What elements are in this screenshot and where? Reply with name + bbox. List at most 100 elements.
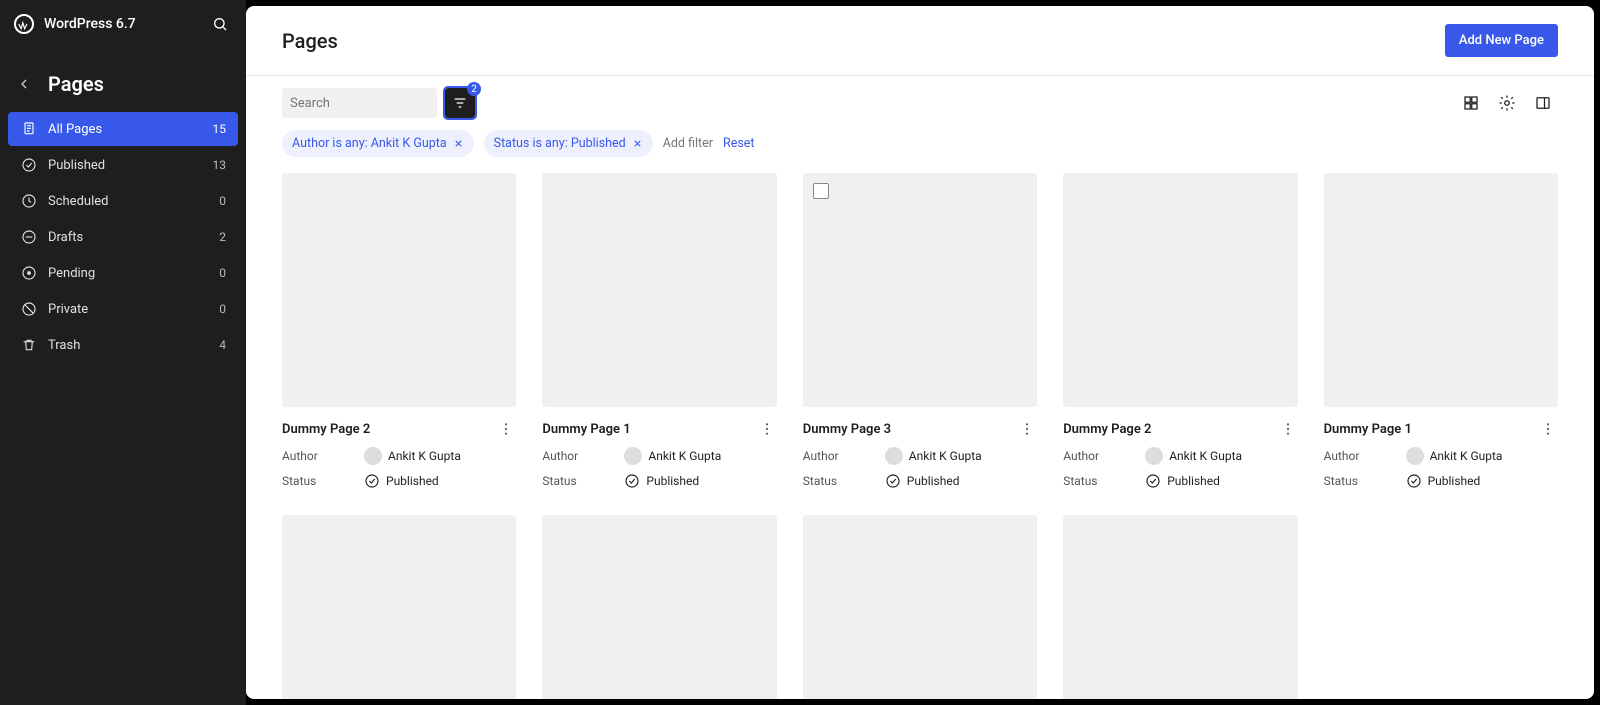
- private-icon: [20, 300, 38, 318]
- page-actions-menu[interactable]: [1538, 419, 1558, 439]
- author-label: Author: [803, 449, 885, 463]
- draft-icon: [20, 228, 38, 246]
- brand[interactable]: WordPress 6.7: [14, 14, 136, 34]
- page-title-link[interactable]: Dummy Page 2: [1063, 422, 1151, 437]
- sidebar-item-published[interactable]: Published 13: [8, 148, 238, 182]
- sidebar-item-trash[interactable]: Trash 4: [8, 328, 238, 362]
- avatar-icon: [1406, 447, 1424, 465]
- toolbar: 2: [246, 76, 1594, 124]
- sidebar-item-pending[interactable]: Pending 0: [8, 256, 238, 290]
- pending-icon: [20, 264, 38, 282]
- page-card: [1063, 515, 1297, 699]
- sidebar-item-label: Pending: [48, 266, 95, 281]
- sidebar-item-drafts[interactable]: Drafts 2: [8, 220, 238, 254]
- sidebar-item-count: 0: [219, 302, 226, 316]
- page-thumbnail[interactable]: [1324, 173, 1558, 407]
- page-thumbnail[interactable]: [542, 173, 776, 407]
- author-value: Ankit K Gupta: [624, 447, 721, 465]
- published-icon: [885, 473, 901, 489]
- page-thumbnail[interactable]: [1063, 173, 1297, 407]
- page-thumbnail[interactable]: [1063, 515, 1297, 699]
- status-value: Published: [364, 473, 439, 489]
- published-icon: [1406, 473, 1422, 489]
- sidebar-item-label: Trash: [48, 338, 80, 353]
- main-panel: Pages Add New Page 2 Au: [246, 6, 1594, 699]
- sidebar-header: WordPress 6.7: [0, 4, 246, 44]
- published-icon: [1145, 473, 1161, 489]
- sidebar-item-label: All Pages: [48, 122, 102, 137]
- sidebar-search-button[interactable]: [208, 12, 232, 36]
- sidebar-item-scheduled[interactable]: Scheduled 0: [8, 184, 238, 218]
- page-title-link[interactable]: Dummy Page 2: [282, 422, 370, 437]
- search-input[interactable]: [290, 96, 456, 111]
- back-button[interactable]: [14, 74, 34, 94]
- search-box[interactable]: [282, 88, 437, 118]
- select-checkbox[interactable]: [813, 183, 829, 199]
- add-new-page-button[interactable]: Add New Page: [1445, 24, 1558, 57]
- sidebar: WordPress 6.7 Pages All Pages 15: [0, 0, 246, 705]
- page-actions-menu[interactable]: [1017, 419, 1037, 439]
- page-actions-menu[interactable]: [757, 419, 777, 439]
- author-label: Author: [282, 449, 364, 463]
- page-thumbnail[interactable]: [282, 515, 516, 699]
- filter-chip-author[interactable]: Author is any: Ankit K Gupta: [282, 130, 474, 157]
- published-icon: [364, 473, 380, 489]
- settings-button[interactable]: [1492, 88, 1522, 118]
- sidebar-item-count: 0: [219, 194, 226, 208]
- status-label: Status: [1063, 474, 1145, 488]
- filter-button[interactable]: 2: [445, 88, 475, 118]
- remove-filter-icon[interactable]: [632, 138, 643, 149]
- status-label: Status: [542, 474, 624, 488]
- author-value: Ankit K Gupta: [1406, 447, 1503, 465]
- add-filter-button[interactable]: Add filter: [663, 136, 713, 151]
- status-label: Status: [803, 474, 885, 488]
- page-title-link[interactable]: Dummy Page 1: [542, 422, 630, 437]
- page-title-link[interactable]: Dummy Page 3: [803, 422, 891, 437]
- avatar-icon: [1145, 447, 1163, 465]
- status-label: Status: [1324, 474, 1406, 488]
- page-card: [542, 515, 776, 699]
- page-thumbnail[interactable]: [803, 515, 1037, 699]
- author-value: Ankit K Gupta: [1145, 447, 1242, 465]
- check-circle-icon: [20, 156, 38, 174]
- page-thumbnail[interactable]: [542, 515, 776, 699]
- page-title: Pages: [282, 29, 338, 53]
- page-title-link[interactable]: Dummy Page 1: [1324, 422, 1412, 437]
- author-label: Author: [1324, 449, 1406, 463]
- page-thumbnail[interactable]: [282, 173, 516, 407]
- avatar-icon: [624, 447, 642, 465]
- page-card: [282, 515, 516, 699]
- status-value: Published: [624, 473, 699, 489]
- status-value: Published: [1406, 473, 1481, 489]
- sidebar-item-count: 0: [219, 266, 226, 280]
- remove-filter-icon[interactable]: [453, 138, 464, 149]
- sidebar-item-private[interactable]: Private 0: [8, 292, 238, 326]
- page-card: Dummy Page 1 AuthorAnkit K GuptaStatusPub…: [1324, 173, 1558, 489]
- filter-count-badge: 2: [467, 82, 481, 96]
- sidebar-item-label: Drafts: [48, 230, 83, 245]
- page-actions-menu[interactable]: [496, 419, 516, 439]
- sidebar-item-all-pages[interactable]: All Pages 15: [8, 112, 238, 146]
- author-label: Author: [1063, 449, 1145, 463]
- wordpress-logo-icon: [14, 14, 34, 34]
- page-thumbnail[interactable]: [803, 173, 1037, 407]
- reset-filters-button[interactable]: Reset: [723, 136, 755, 151]
- sidebar-item-count: 13: [213, 158, 227, 172]
- page-card: Dummy Page 3AuthorAnkit K GuptaStatusPub…: [803, 173, 1037, 489]
- status-value: Published: [885, 473, 960, 489]
- page-card: Dummy Page 2AuthorAnkit K GuptaStatusPub…: [1063, 173, 1297, 489]
- grid-view-button[interactable]: [1456, 88, 1486, 118]
- pages-grid: Dummy Page 2AuthorAnkit K GuptaStatusPub…: [246, 173, 1594, 699]
- avatar-icon: [885, 447, 903, 465]
- status-label: Status: [282, 474, 364, 488]
- sidebar-item-count: 4: [219, 338, 226, 352]
- sidebar-item-count: 2: [219, 230, 226, 244]
- filter-chip-status[interactable]: Status is any: Published: [484, 130, 653, 157]
- avatar-icon: [364, 447, 382, 465]
- page-card: Dummy Page 1AuthorAnkit K GuptaStatusPub…: [542, 173, 776, 489]
- sidebar-item-count: 15: [213, 122, 227, 136]
- filter-chip-label: Status is any: Published: [494, 136, 626, 151]
- sidebar-nav: All Pages 15 Published 13 Scheduled 0: [0, 112, 246, 364]
- panel-toggle-button[interactable]: [1528, 88, 1558, 118]
- page-actions-menu[interactable]: [1278, 419, 1298, 439]
